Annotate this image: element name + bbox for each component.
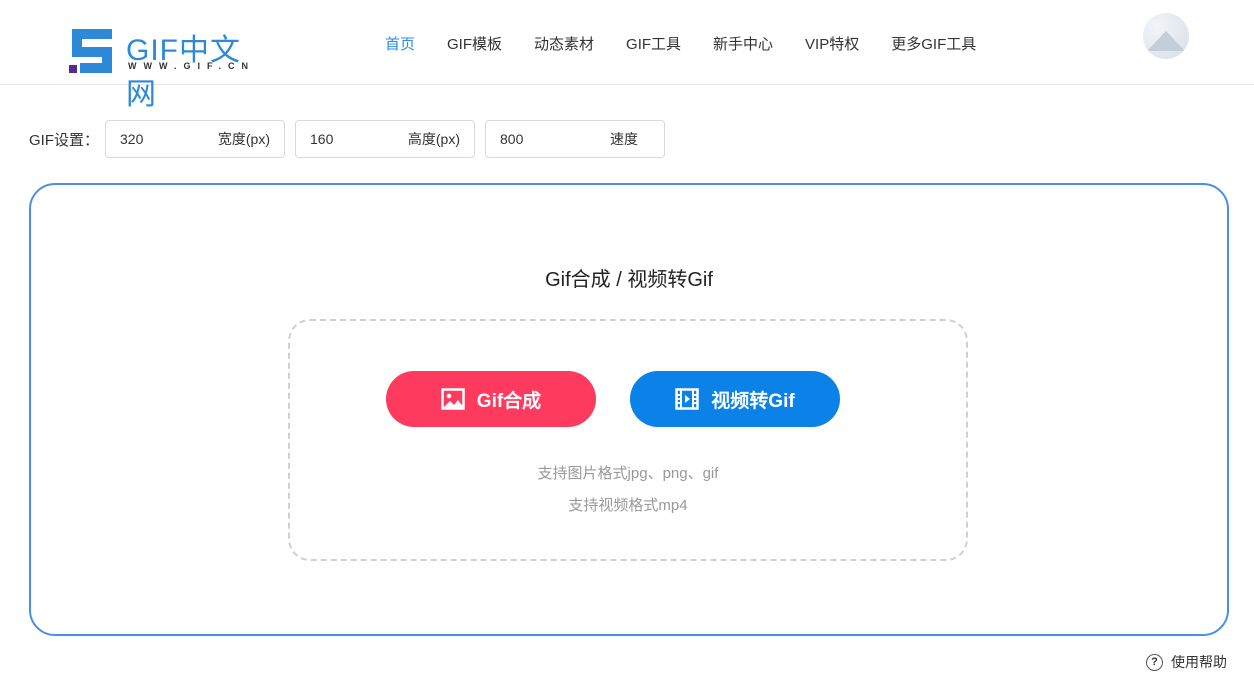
drop-zone[interactable]: Gif合成 视频转Gif 支持图片格式jpg、png、gif 支持视频格式mp4 (288, 319, 968, 561)
width-input[interactable] (120, 131, 200, 147)
image-icon (441, 388, 465, 410)
width-field: 宽度(px) (105, 120, 285, 158)
logo-icon (68, 27, 116, 75)
height-unit: 高度(px) (408, 129, 460, 149)
speed-field: 速度 (485, 120, 665, 158)
help-label: 使用帮助 (1171, 652, 1227, 672)
height-input[interactable] (310, 131, 390, 147)
logo[interactable]: GIF中文网 WWW.GIF.CN (68, 27, 268, 75)
question-icon: ? (1146, 654, 1163, 671)
nav-gif-templates[interactable]: GIF模板 (447, 33, 502, 54)
upload-panel: Gif合成 / 视频转Gif Gif合成 视频转Gif 支持图片格式jpg、pn… (29, 183, 1229, 636)
main-nav: 首页 GIF模板 动态素材 GIF工具 新手中心 VIP特权 更多GIF工具 (385, 33, 1008, 54)
nav-vip[interactable]: VIP特权 (805, 33, 859, 54)
logo-subtitle: WWW.GIF.CN (128, 61, 255, 71)
image-format-hint: 支持图片格式jpg、png、gif (290, 462, 966, 483)
avatar[interactable] (1143, 13, 1189, 59)
nav-more-tools[interactable]: 更多GIF工具 (891, 33, 976, 54)
nav-home[interactable]: 首页 (385, 33, 415, 54)
speed-input[interactable] (500, 131, 580, 147)
gif-compose-button[interactable]: Gif合成 (386, 371, 596, 427)
video-to-gif-button[interactable]: 视频转Gif (630, 371, 840, 427)
header: GIF中文网 WWW.GIF.CN 首页 GIF模板 动态素材 GIF工具 新手… (0, 0, 1254, 85)
nav-beginner-center[interactable]: 新手中心 (713, 33, 773, 54)
video-format-hint: 支持视频格式mp4 (290, 494, 966, 515)
gif-compose-label: Gif合成 (477, 386, 541, 413)
nav-gif-tools[interactable]: GIF工具 (626, 33, 681, 54)
panel-title: Gif合成 / 视频转Gif (31, 263, 1227, 292)
help-link[interactable]: ? 使用帮助 (1146, 652, 1227, 672)
speed-unit: 速度 (610, 129, 638, 149)
settings-label: GIF设置： (29, 129, 99, 150)
film-icon (675, 388, 699, 410)
gif-settings: GIF设置： 宽度(px) 高度(px) 速度 (29, 120, 675, 158)
nav-animated-assets[interactable]: 动态素材 (534, 33, 594, 54)
height-field: 高度(px) (295, 120, 475, 158)
video-to-gif-label: 视频转Gif (711, 386, 794, 413)
width-unit: 宽度(px) (218, 129, 270, 149)
